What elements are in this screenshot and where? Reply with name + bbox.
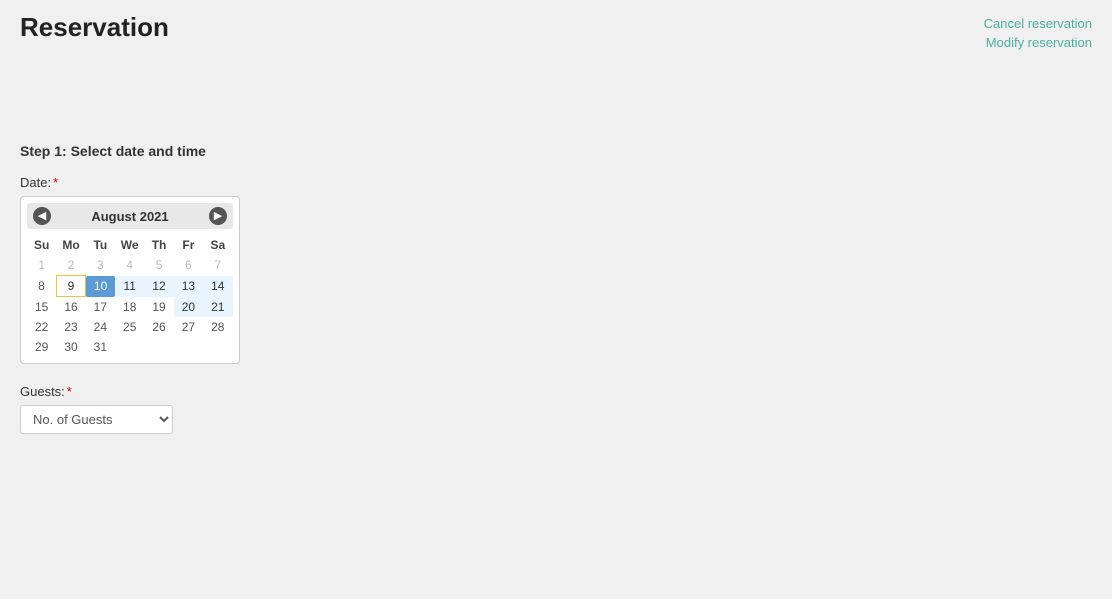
calendar-day[interactable]: 13	[174, 276, 203, 297]
calendar-day: 4	[115, 255, 144, 276]
calendar-day: 1	[27, 255, 56, 276]
date-label: Date:*	[20, 175, 1092, 190]
calendar-day[interactable]: 19	[144, 297, 173, 318]
calendar-day	[144, 337, 173, 357]
weekday-su: Su	[27, 235, 56, 255]
page-title: Reservation	[20, 12, 1092, 43]
weekday-mo: Mo	[56, 235, 85, 255]
calendar-day[interactable]: 25	[115, 317, 144, 337]
calendar-day[interactable]: 20	[174, 297, 203, 318]
weekday-sa: Sa	[203, 235, 232, 255]
calendar-day[interactable]: 26	[144, 317, 173, 337]
calendar-day[interactable]: 30	[56, 337, 85, 357]
calendar-body: 1234567891011121314151617181920212223242…	[27, 255, 233, 357]
cancel-reservation-link[interactable]: Cancel reservation	[984, 16, 1092, 31]
calendar-day[interactable]: 22	[27, 317, 56, 337]
calendar-header: ◀ August 2021 ▶	[27, 203, 233, 229]
calendar-month-year: August 2021	[91, 209, 168, 224]
calendar-day[interactable]: 15	[27, 297, 56, 318]
calendar-day: 3	[86, 255, 115, 276]
calendar-day[interactable]: 27	[174, 317, 203, 337]
top-actions: Cancel reservation Modify reservation	[984, 16, 1092, 50]
date-field: Date:* ◀ August 2021 ▶ Su Mo Tu We Th Fr	[20, 175, 1092, 364]
guests-label: Guests:*	[20, 384, 1092, 399]
calendar-day[interactable]: 10	[86, 276, 115, 297]
calendar-day[interactable]: 17	[86, 297, 115, 318]
calendar-day[interactable]: 18	[115, 297, 144, 318]
calendar-week-row: 293031	[27, 337, 233, 357]
calendar-week-row: 15161718192021	[27, 297, 233, 318]
step-label: Step 1: Select date and time	[20, 143, 1092, 159]
calendar-day[interactable]: 11	[115, 276, 144, 297]
weekday-tu: Tu	[86, 235, 115, 255]
calendar-next-button[interactable]: ▶	[209, 207, 227, 225]
calendar-day[interactable]: 8	[27, 276, 56, 297]
calendar-day: 2	[56, 255, 85, 276]
guests-select[interactable]: No. of Guests12345678	[20, 405, 173, 434]
calendar-day	[203, 337, 232, 357]
calendar: ◀ August 2021 ▶ Su Mo Tu We Th Fr Sa	[20, 196, 240, 364]
calendar-day[interactable]: 23	[56, 317, 85, 337]
date-required: *	[53, 175, 58, 190]
calendar-day: 5	[144, 255, 173, 276]
calendar-day: 6	[174, 255, 203, 276]
modify-reservation-link[interactable]: Modify reservation	[986, 35, 1092, 50]
calendar-week-row: 22232425262728	[27, 317, 233, 337]
calendar-day[interactable]: 31	[86, 337, 115, 357]
calendar-week-row: 891011121314	[27, 276, 233, 297]
calendar-day[interactable]: 16	[56, 297, 85, 318]
calendar-day	[174, 337, 203, 357]
calendar-day[interactable]: 9	[56, 276, 85, 297]
guests-section: Guests:* No. of Guests12345678	[20, 384, 1092, 434]
calendar-prev-button[interactable]: ◀	[33, 207, 51, 225]
calendar-day[interactable]: 24	[86, 317, 115, 337]
calendar-day[interactable]: 28	[203, 317, 232, 337]
calendar-day: 7	[203, 255, 232, 276]
weekday-we: We	[115, 235, 144, 255]
weekday-th: Th	[144, 235, 173, 255]
calendar-day[interactable]: 14	[203, 276, 232, 297]
calendar-week-row: 1234567	[27, 255, 233, 276]
calendar-day[interactable]: 21	[203, 297, 232, 318]
calendar-weekdays-row: Su Mo Tu We Th Fr Sa	[27, 235, 233, 255]
calendar-day[interactable]: 12	[144, 276, 173, 297]
calendar-grid: Su Mo Tu We Th Fr Sa 1234567891011121314…	[27, 235, 233, 357]
page-container: Reservation Cancel reservation Modify re…	[0, 0, 1112, 599]
calendar-day[interactable]: 29	[27, 337, 56, 357]
calendar-day	[115, 337, 144, 357]
weekday-fr: Fr	[174, 235, 203, 255]
guests-required: *	[67, 384, 72, 399]
